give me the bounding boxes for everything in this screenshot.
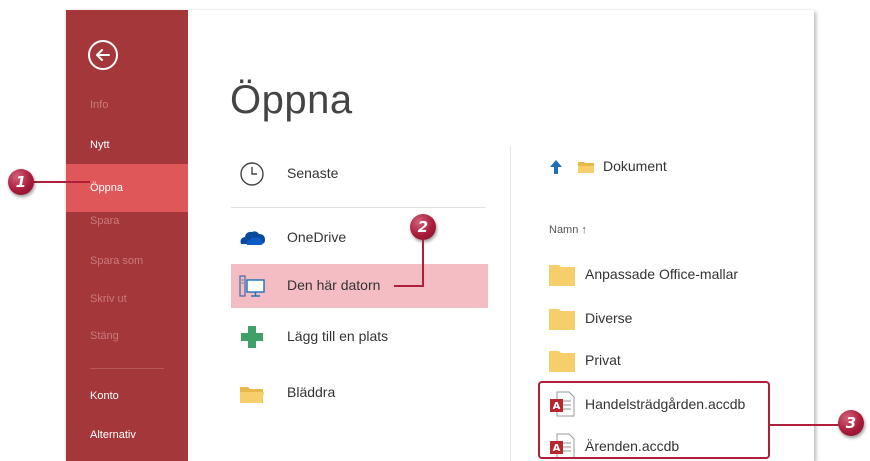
file-name: Privat <box>585 352 621 368</box>
nav-alternativ[interactable]: Alternativ <box>66 422 188 448</box>
nav-divider <box>90 368 164 369</box>
file-name: Diverse <box>585 310 633 326</box>
callout-2-badge: 2 <box>410 214 436 240</box>
clock-icon <box>240 162 264 186</box>
folder-icon <box>578 162 594 173</box>
location-label: Den här datorn <box>287 277 381 293</box>
file-name: Anpassade Office-mallar <box>585 266 739 282</box>
nav-konto[interactable]: Konto <box>66 383 188 409</box>
plus-icon <box>241 326 263 348</box>
callout-2-line-vertical <box>422 240 424 286</box>
location-recent[interactable]: Senaste <box>231 152 488 196</box>
location-label: Lägg till en plats <box>287 328 389 344</box>
folder-icon <box>549 265 575 286</box>
location-this-pc[interactable]: Den här datorn <box>231 264 488 308</box>
location-label: OneDrive <box>287 229 347 245</box>
location-add-place[interactable]: Lägg till en plats <box>231 315 488 359</box>
current-folder-label[interactable]: Dokument <box>603 158 667 174</box>
back-arrow-icon <box>96 49 110 61</box>
nav-spara-som[interactable]: Spara som <box>66 248 188 274</box>
callout-1-badge: 1 <box>8 169 34 195</box>
file-list-item[interactable]: Diverse <box>544 298 804 338</box>
callout-1-line <box>34 181 90 183</box>
location-browse[interactable]: Bläddra <box>231 371 488 415</box>
folder-icon <box>549 309 575 330</box>
nav-spara[interactable]: Spara <box>66 208 188 234</box>
location-label: Senaste <box>287 165 339 181</box>
nav-stang[interactable]: Stäng <box>66 323 188 349</box>
nav-nytt[interactable]: Nytt <box>66 132 188 158</box>
callout-3-line <box>770 424 842 426</box>
computer-icon <box>239 275 265 297</box>
column-divider <box>510 146 511 461</box>
nav-oppna[interactable]: Öppna <box>66 164 188 212</box>
file-list-item[interactable]: Privat <box>544 340 804 380</box>
file-list-item[interactable]: Anpassade Office-mallar <box>544 254 804 294</box>
up-arrow-icon[interactable] <box>549 159 563 175</box>
nav-skriv-ut[interactable]: Skriv ut <box>66 286 188 312</box>
page-title: Öppna <box>230 78 353 122</box>
nav-info[interactable]: Info <box>66 92 188 118</box>
folder-icon <box>240 387 264 403</box>
location-label: Bläddra <box>287 384 336 400</box>
backstage-sidebar: Info Nytt Öppna Spara Spara som Skriv ut… <box>66 10 188 461</box>
location-divider <box>231 207 486 208</box>
callout-3-badge: 3 <box>838 410 864 436</box>
callout-3-box <box>538 381 770 459</box>
name-column-header[interactable]: Namn ↑ <box>549 224 587 236</box>
location-onedrive[interactable]: OneDrive <box>231 216 488 260</box>
callout-2-line-horizontal <box>394 285 424 287</box>
back-button[interactable] <box>88 40 118 70</box>
folder-icon <box>549 351 575 372</box>
onedrive-cloud-icon <box>240 231 265 245</box>
